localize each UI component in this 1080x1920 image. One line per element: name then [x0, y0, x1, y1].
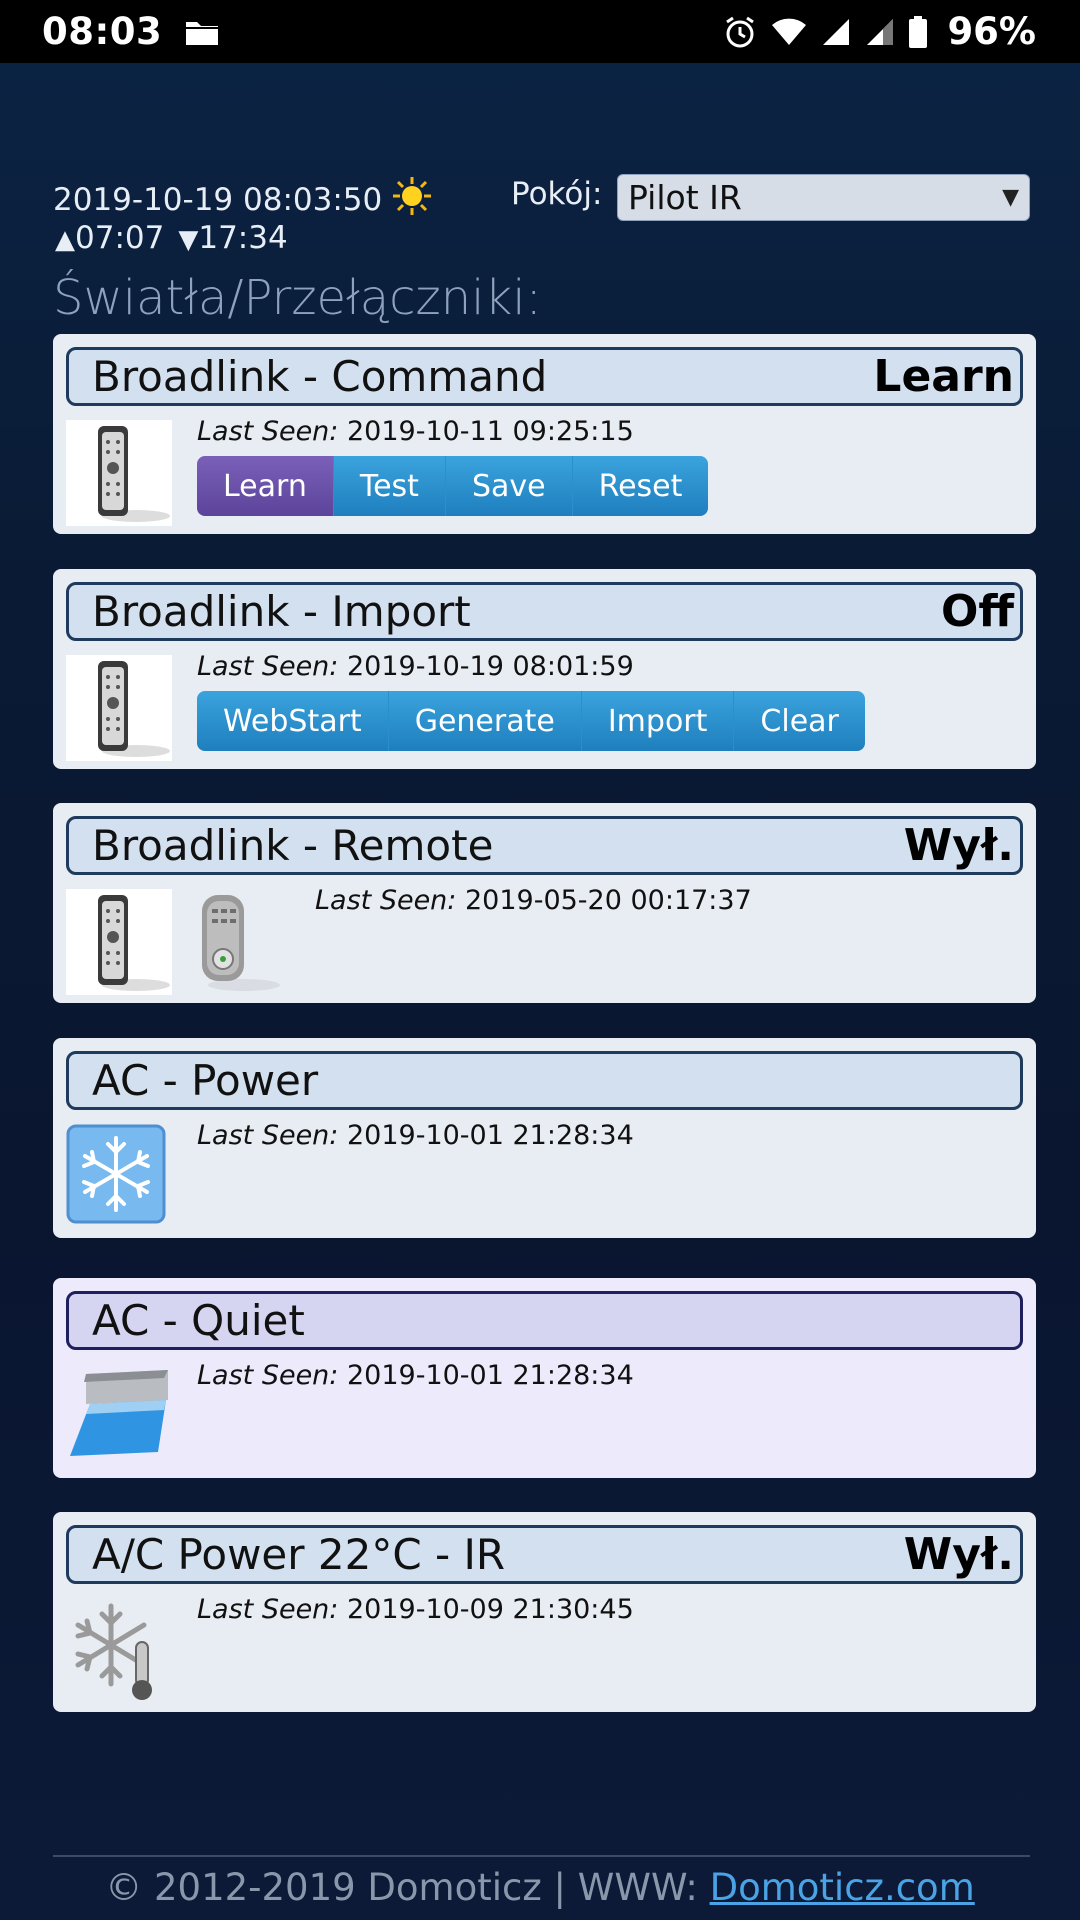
last-seen-value: 2019-05-20 00:17:37 — [465, 885, 752, 916]
device-name: A/C Power 22°C - IR — [92, 1530, 506, 1579]
current-datetime: 2019-10-19 08:03:50 — [53, 176, 432, 224]
status-bar: 08:03 96% — [0, 0, 1080, 63]
last-seen: Last Seen: 2019-10-01 21:28:34 — [197, 1120, 634, 1151]
device-header: Broadlink - Import Off — [66, 582, 1023, 641]
last-seen-label: Last Seen: — [315, 885, 457, 916]
room-label: Pokój: — [511, 176, 603, 212]
alarm-icon — [723, 15, 757, 49]
section-title: Światła/Przełączniki: — [53, 270, 542, 326]
device-status: Off — [940, 586, 1014, 637]
last-seen-label: Last Seen: — [197, 1120, 339, 1151]
last-seen-label: Last Seen: — [197, 1360, 339, 1391]
generate-button[interactable]: Generate — [388, 691, 582, 751]
device-card-broadlink-remote: Broadlink - Remote Wył. Last Seen: 2019-… — [53, 803, 1036, 1003]
device-status: Wył. — [903, 1529, 1014, 1580]
remote-icon[interactable] — [66, 655, 172, 761]
device-name: AC - Power — [92, 1056, 319, 1105]
device-header: Broadlink - Remote Wył. — [66, 816, 1023, 875]
device-card-ac-power-22c-ir: A/C Power 22°C - IR Wył. Last Seen: 2019… — [53, 1512, 1036, 1712]
footer: © 2012-2019 Domoticz | WWW: Domoticz.com — [0, 1866, 1080, 1909]
last-seen-value: 2019-10-11 09:25:15 — [347, 416, 634, 447]
device-card-ac-quiet: AC - Quiet Last Seen: 2019-10-01 21:28:3… — [53, 1278, 1036, 1478]
device-name: AC - Quiet — [92, 1296, 305, 1345]
battery-percent: 96% — [947, 10, 1036, 53]
learn-button[interactable]: Learn — [197, 456, 334, 516]
footer-link[interactable]: Domoticz.com — [710, 1866, 975, 1909]
device-status: Learn — [873, 351, 1014, 402]
last-seen: Last Seen: 2019-10-19 08:01:59 — [197, 651, 634, 682]
last-seen-value: 2019-10-01 21:28:34 — [347, 1360, 634, 1391]
folder-icon — [184, 17, 220, 47]
datetime-text: 2019-10-19 08:03:50 — [53, 182, 383, 218]
last-seen-label: Last Seen: — [197, 651, 339, 682]
sun-times: ▲07:07 ▼17:34 — [55, 220, 288, 256]
device-header: AC - Quiet — [66, 1291, 1023, 1350]
sunrise: ▲07:07 — [55, 220, 164, 256]
snowflake-icon[interactable] — [66, 1124, 172, 1230]
sunrise-time: 07:07 — [75, 220, 165, 256]
sun-icon — [392, 176, 432, 224]
last-seen-value: 2019-10-09 21:30:45 — [347, 1594, 634, 1625]
wifi-icon — [771, 17, 807, 47]
status-time: 08:03 — [42, 10, 163, 53]
last-seen-value: 2019-10-19 08:01:59 — [347, 651, 634, 682]
device-button-group: WebStart Generate Import Clear — [197, 691, 865, 751]
clear-button[interactable]: Clear — [734, 691, 865, 751]
device-status: Wył. — [903, 820, 1014, 871]
device-card-ac-power: AC - Power Last Seen: 2019-10-01 21:28:3… — [53, 1038, 1036, 1238]
signal-icon — [821, 17, 851, 47]
snowflake-thermometer-icon[interactable] — [66, 1598, 172, 1704]
remote-icon[interactable] — [66, 889, 172, 995]
device-header: A/C Power 22°C - IR Wył. — [66, 1525, 1023, 1584]
device-card-broadlink-command: Broadlink - Command Learn Last Seen: 201… — [53, 334, 1036, 534]
device-header: AC - Power — [66, 1051, 1023, 1110]
remote-icon[interactable] — [66, 420, 172, 526]
room-select[interactable]: Pilot IR ▼ — [617, 174, 1030, 221]
sunset: ▼17:34 — [178, 220, 287, 256]
last-seen: Last Seen: 2019-10-09 21:30:45 — [197, 1594, 634, 1625]
room-select-value: Pilot IR — [628, 178, 742, 217]
footer-divider — [53, 1855, 1030, 1857]
footer-text: © 2012-2019 Domoticz | WWW: — [105, 1866, 710, 1909]
sunrise-arrow-icon: ▲ — [55, 225, 75, 255]
chevron-down-icon: ▼ — [1002, 185, 1019, 210]
last-seen: Last Seen: 2019-05-20 00:17:37 — [315, 885, 752, 916]
remote-control-icon[interactable] — [184, 889, 290, 995]
device-card-broadlink-import: Broadlink - Import Off Last Seen: 2019-1… — [53, 569, 1036, 769]
last-seen: Last Seen: 2019-10-01 21:28:34 — [197, 1360, 634, 1391]
last-seen: Last Seen: 2019-10-11 09:25:15 — [197, 416, 634, 447]
header: 2019-10-19 08:03:50 ▲07:07 ▼17:34 Pokój:… — [53, 172, 1030, 326]
signal-icon — [865, 17, 895, 47]
webstart-button[interactable]: WebStart — [197, 691, 389, 751]
reset-button[interactable]: Reset — [572, 456, 709, 516]
last-seen-label: Last Seen: — [197, 1594, 339, 1625]
air-conditioner-icon[interactable] — [66, 1364, 172, 1470]
sunset-arrow-icon: ▼ — [178, 225, 199, 255]
sunset-time: 17:34 — [198, 220, 288, 256]
import-button[interactable]: Import — [581, 691, 735, 751]
device-name: Broadlink - Command — [92, 352, 548, 401]
device-name: Broadlink - Import — [92, 587, 471, 636]
device-name: Broadlink - Remote — [92, 821, 494, 870]
test-button[interactable]: Test — [333, 456, 446, 516]
device-button-group: Learn Test Save Reset — [197, 456, 709, 516]
last-seen-label: Last Seen: — [197, 416, 339, 447]
save-button[interactable]: Save — [445, 456, 573, 516]
device-header: Broadlink - Command Learn — [66, 347, 1023, 406]
battery-icon — [909, 15, 928, 48]
last-seen-value: 2019-10-01 21:28:34 — [347, 1120, 634, 1151]
